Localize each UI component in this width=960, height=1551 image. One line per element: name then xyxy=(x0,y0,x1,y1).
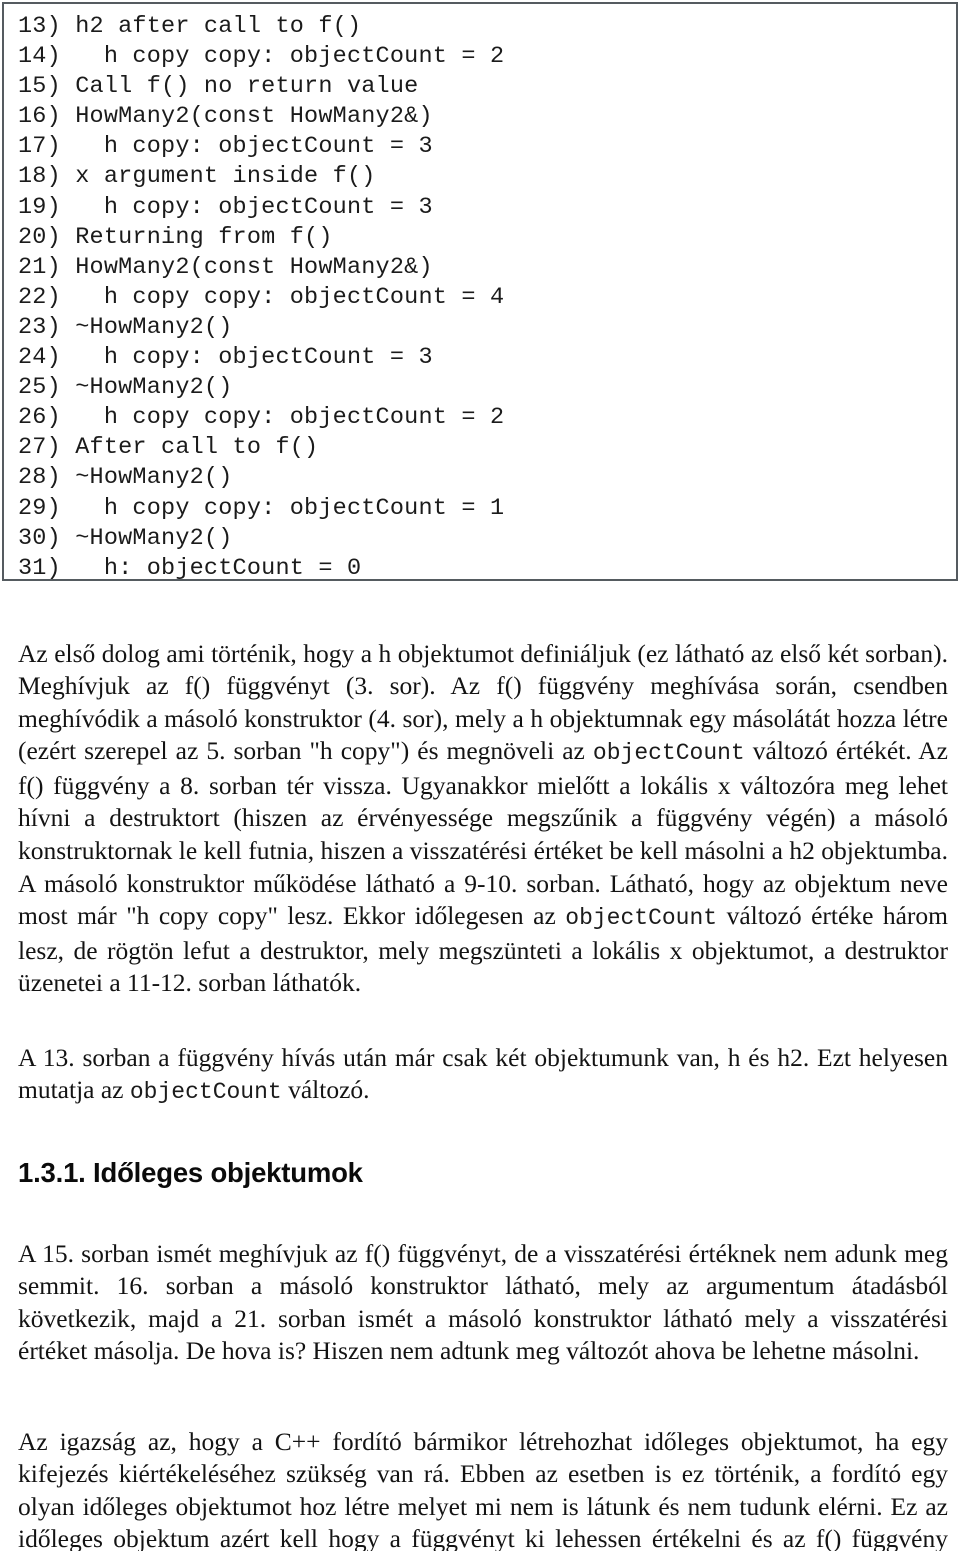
inline-code-objectcount: objectCount xyxy=(592,740,745,767)
code-line: 15) Call f() no return value xyxy=(18,73,419,101)
code-output-block: 13) h2 after call to f() 14) h copy copy… xyxy=(2,2,958,582)
inline-code-objectcount: objectCount xyxy=(565,905,718,932)
code-line: 22) h copy copy: objectCount = 4 xyxy=(18,283,505,311)
code-line: 23) ~HowMany2() xyxy=(18,313,233,341)
code-line: 26) h copy copy: objectCount = 2 xyxy=(18,404,505,432)
paragraph-explanation-3: A 15. sorban ismét meghívjuk az f() függ… xyxy=(18,1238,948,1366)
code-line: 17) h copy: objectCount = 3 xyxy=(18,133,433,161)
document-page: 13) h2 after call to f() 14) h copy copy… xyxy=(0,0,960,1551)
code-line: 24) h copy: objectCount = 3 xyxy=(18,344,433,372)
code-line: 13) h2 after call to f() xyxy=(18,13,362,40)
code-line: 18) x argument inside f() xyxy=(18,163,376,191)
code-line: 25) ~HowMany2() xyxy=(18,374,233,402)
code-line: 21) HowMany2(const HowMany2&) xyxy=(18,253,433,281)
paragraph-explanation-1: Az első dolog ami történik, hogy a h obj… xyxy=(18,638,948,1001)
paragraph-explanation-2: A 13. sorban a függvény hívás után már c… xyxy=(18,1042,948,1109)
code-line: 20) Returning from f() xyxy=(18,223,333,251)
code-line: 16) HowMany2(const HowMany2&) xyxy=(18,103,433,131)
code-line: 29) h copy copy: objectCount = 1 xyxy=(18,494,505,522)
paragraph-explanation-4: Az igazság az, hogy a C++ fordító bármik… xyxy=(18,1426,948,1551)
inline-code-objectcount: objectCount xyxy=(129,1079,282,1106)
code-line: 19) h copy: objectCount = 3 xyxy=(18,193,433,221)
code-line: 31) h: objectCount = 0 xyxy=(18,554,362,582)
code-line: 30) ~HowMany2() xyxy=(18,524,233,552)
code-line: 14) h copy copy: objectCount = 2 xyxy=(18,43,505,71)
section-heading-temporary-objects: 1.3.1. Időleges objektumok xyxy=(18,1156,363,1188)
paragraph-text-segment: változó. xyxy=(281,1075,370,1105)
code-line: 27) After call to f() xyxy=(18,434,319,462)
code-line: 28) ~HowMany2() xyxy=(18,464,233,492)
